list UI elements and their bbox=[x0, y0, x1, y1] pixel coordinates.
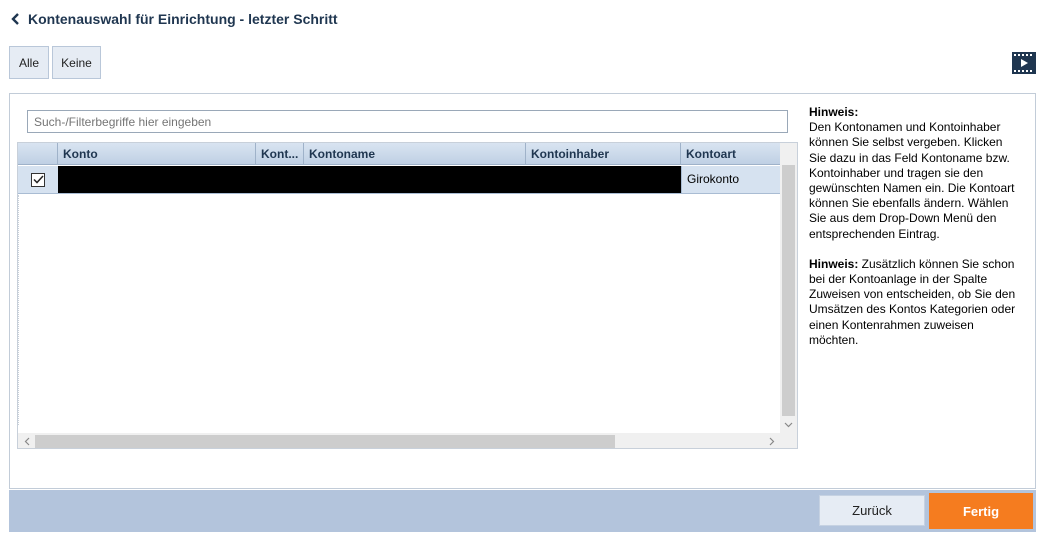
accounts-grid: Konto Kont... Kontoname Kontoinhaber Kon… bbox=[17, 142, 798, 449]
column-header-kontoname[interactable]: Kontoname bbox=[304, 143, 526, 165]
scrollbar-corner bbox=[780, 433, 797, 448]
hint-panel: Hinweis: Den Kontonamen und Kontoinhaber… bbox=[809, 105, 1019, 363]
grid-header: Konto Kont... Kontoname Kontoinhaber Kon… bbox=[18, 143, 780, 165]
hint-paragraph-1: Hinweis: Den Kontonamen und Kontoinhaber… bbox=[809, 105, 1019, 242]
footer-bar: Zurück Fertig bbox=[9, 490, 1036, 532]
column-header-select[interactable] bbox=[18, 143, 58, 165]
hint-1-text: Den Kontonamen und Kontoinhaber können S… bbox=[809, 120, 1015, 241]
hint-1-label: Hinweis: bbox=[809, 105, 859, 119]
hint-2-label: Hinweis: bbox=[809, 256, 859, 271]
search-input[interactable] bbox=[27, 110, 788, 133]
chevron-right-icon[interactable] bbox=[763, 433, 780, 448]
horizontal-scroll-thumb[interactable] bbox=[35, 435, 615, 448]
table-row[interactable]: Girokonto bbox=[18, 166, 780, 194]
select-all-button[interactable]: Alle bbox=[9, 46, 49, 79]
column-header-kontonummer[interactable]: Kont... bbox=[256, 143, 304, 165]
vertical-scroll-thumb[interactable] bbox=[782, 165, 795, 416]
page-title: Kontenauswahl für Einrichtung - letzter … bbox=[28, 11, 338, 27]
row-select-cell bbox=[18, 166, 58, 193]
row-checkbox[interactable] bbox=[31, 172, 45, 187]
back-button[interactable]: Zurück bbox=[819, 495, 925, 526]
finish-button[interactable]: Fertig bbox=[929, 493, 1033, 529]
hint-paragraph-2: Hinweis: Zusätzlich können Sie schon bei… bbox=[809, 257, 1019, 348]
column-header-kontoart[interactable]: Kontoart bbox=[681, 143, 780, 165]
account-type-cell[interactable]: Girokonto bbox=[681, 166, 780, 193]
redacted-account-details bbox=[58, 166, 681, 193]
vertical-scrollbar[interactable] bbox=[780, 143, 797, 433]
chevron-left-icon[interactable] bbox=[8, 9, 22, 29]
grid-lines bbox=[18, 195, 20, 425]
chevron-down-icon[interactable] bbox=[780, 416, 797, 433]
account-selection-panel: Konto Kont... Kontoname Kontoinhaber Kon… bbox=[9, 93, 1036, 489]
select-none-button[interactable]: Keine bbox=[52, 46, 101, 79]
scroll-up-button[interactable] bbox=[780, 143, 797, 165]
video-icon[interactable] bbox=[1012, 52, 1036, 74]
column-header-kontoinhaber[interactable]: Kontoinhaber bbox=[526, 143, 681, 165]
chevron-left-icon[interactable] bbox=[18, 433, 35, 448]
horizontal-scrollbar[interactable] bbox=[18, 433, 780, 448]
column-header-konto[interactable]: Konto bbox=[58, 143, 256, 165]
page-header: Kontenauswahl für Einrichtung - letzter … bbox=[8, 8, 338, 30]
